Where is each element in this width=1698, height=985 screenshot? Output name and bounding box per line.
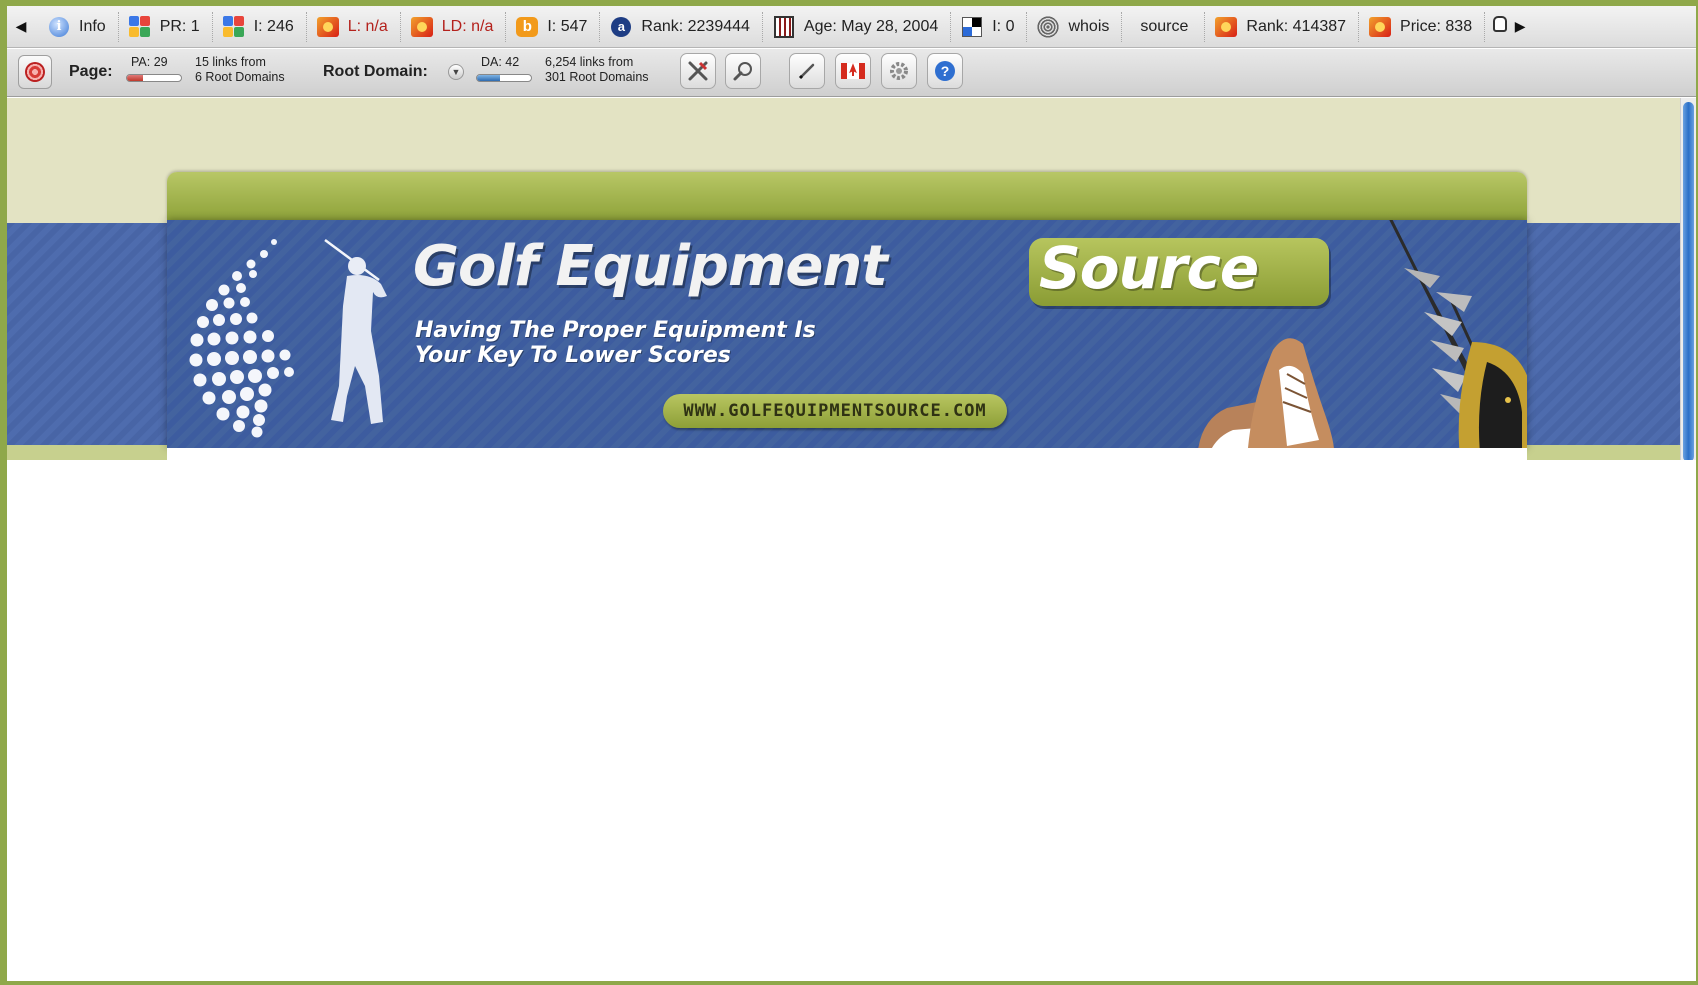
page-authority-meter — [126, 74, 182, 82]
scroll-left-arrow-icon[interactable]: ◀ — [12, 18, 30, 35]
root-domain-dropdown-icon[interactable]: ▼ — [448, 64, 464, 80]
page-viewport: Golf Equipment Source Having The Proper … — [7, 98, 1696, 460]
golf-ball-graphic-icon — [189, 239, 294, 438]
help-icon: ? — [935, 61, 955, 81]
toolbar-item-delicious[interactable]: I: 0 — [950, 11, 1026, 42]
domain-authority-meter — [476, 74, 532, 82]
banner-top-bar — [167, 172, 1527, 220]
moz-toolbar: Page: PA: 29 15 links from 6 Root Domain… — [7, 49, 1696, 97]
site-title-accent: Source — [1039, 234, 1259, 302]
settings-button[interactable] — [881, 53, 917, 89]
alexa-icon: a — [610, 16, 632, 38]
toolbar-item-alexa-rank[interactable]: a Rank: 2239444 — [599, 11, 762, 42]
site-tagline: Having The Proper Equipment Is Your Key … — [415, 318, 816, 368]
highlight-button[interactable] — [789, 53, 825, 89]
page-label: Page: — [69, 63, 113, 80]
flame-icon — [1369, 16, 1392, 38]
info-icon: i — [48, 16, 70, 38]
toolbar-item-label: Rank: 2239444 — [641, 17, 750, 35]
toolbar-item-label: Price: 838 — [1400, 17, 1473, 35]
toolbar-item-label: I: 0 — [992, 17, 1015, 35]
site-tagline-line2: Your Key To Lower Scores — [415, 343, 731, 368]
toolbar-item-label: L: n/a — [347, 17, 388, 35]
delicious-icon — [961, 16, 983, 38]
toolbar-item-label: I: 246 — [253, 17, 294, 35]
domain-authority-fill — [477, 75, 500, 81]
root-links-line2: 301 Root Domains — [545, 70, 649, 84]
page-content-area — [7, 460, 1696, 981]
site-title-main: Golf Equipment — [413, 234, 888, 299]
toolbar-item-label: Age: May 28, 2004 — [803, 17, 939, 35]
toolbar-item-whois[interactable]: whois — [1026, 11, 1121, 42]
mozbar-logo-icon[interactable] — [18, 55, 52, 89]
google-icon — [128, 15, 151, 38]
toolbar-item-more[interactable] — [1484, 11, 1511, 42]
toolbar-item-label: LD: n/a — [441, 17, 494, 35]
toolbar-item-label: I: 547 — [547, 17, 588, 35]
banner-main: Golf Equipment Source Having The Proper … — [167, 220, 1527, 448]
toolbar-item-label: whois — [1068, 17, 1110, 35]
page-links-line2: 6 Root Domains — [195, 70, 285, 84]
golfer-silhouette-icon — [324, 238, 387, 424]
toolbar-item-label: PR: 1 — [159, 17, 200, 35]
archive-icon — [773, 15, 795, 38]
page-links-line1: 15 links from — [195, 55, 266, 69]
whois-icon — [1037, 15, 1060, 38]
tools-button[interactable] — [680, 53, 716, 89]
tools-icon — [688, 61, 708, 81]
search-icon — [733, 62, 752, 81]
toolbar-item-label: source — [1140, 17, 1189, 35]
toolbar-item-source[interactable]: source — [1121, 11, 1204, 42]
root-domain-label: Root Domain: — [323, 63, 428, 80]
bing-icon: b — [516, 16, 539, 38]
site-tagline-line1: Having The Proper Equipment Is — [415, 318, 816, 343]
domain-authority: DA: 42 — [481, 55, 520, 69]
svg-text:?: ? — [941, 63, 950, 79]
site-header-banner[interactable]: Golf Equipment Source Having The Proper … — [167, 172, 1527, 460]
scrollbar-thumb[interactable] — [1683, 102, 1694, 460]
toolbar-item-yahoo-link-domain[interactable]: LD: n/a — [399, 11, 506, 42]
toolbar-item-pagerank[interactable]: PR: 1 — [117, 11, 212, 42]
search-button[interactable] — [725, 53, 761, 89]
yahoo-flame-icon — [316, 16, 339, 38]
banner-bottom-edge — [167, 448, 1527, 460]
vertical-scrollbar[interactable] — [1680, 98, 1696, 460]
toolbar-item-google-index[interactable]: I: 246 — [211, 11, 306, 42]
golf-clubs-bag-image — [1389, 220, 1527, 448]
country-button[interactable] — [835, 53, 871, 89]
flame-icon — [1215, 16, 1238, 38]
canada-flag-icon — [841, 63, 865, 79]
page-authority: PA: 29 — [131, 55, 168, 69]
toolbar-item-label: Rank: 414387 — [1246, 17, 1347, 35]
hand-cursor-icon — [1493, 16, 1508, 37]
toolbar-item-rank[interactable]: Rank: 414387 — [1204, 11, 1358, 42]
highlight-pen-icon — [798, 63, 815, 80]
google-icon — [222, 15, 245, 38]
toolbar-item-domain-age[interactable]: Age: May 28, 2004 — [761, 11, 950, 42]
settings-gear-icon — [890, 62, 908, 80]
yahoo-flame-icon — [410, 16, 433, 38]
scroll-right-arrow-icon[interactable]: ▶ — [1511, 18, 1529, 35]
toolbar-item-bing-index[interactable]: b I: 547 — [505, 11, 599, 42]
help-button[interactable]: ? — [927, 53, 963, 89]
page-authority-fill — [127, 75, 143, 81]
toolbar-item-yahoo-links[interactable]: L: n/a — [305, 11, 400, 42]
toolbar-item-info[interactable]: i Info — [38, 12, 118, 42]
toolbar-item-price[interactable]: Price: 838 — [1358, 11, 1484, 42]
toolbar-item-label: Info — [79, 17, 106, 35]
seo-toolbar: ◀ i Info PR: 1 I: 246 L: n/a LD: n/a b I… — [7, 6, 1696, 48]
root-links-line1: 6,254 links from — [545, 55, 634, 69]
site-url-badge[interactable]: WWW.GOLFEQUIPMENTSOURCE.COM — [663, 394, 1007, 428]
